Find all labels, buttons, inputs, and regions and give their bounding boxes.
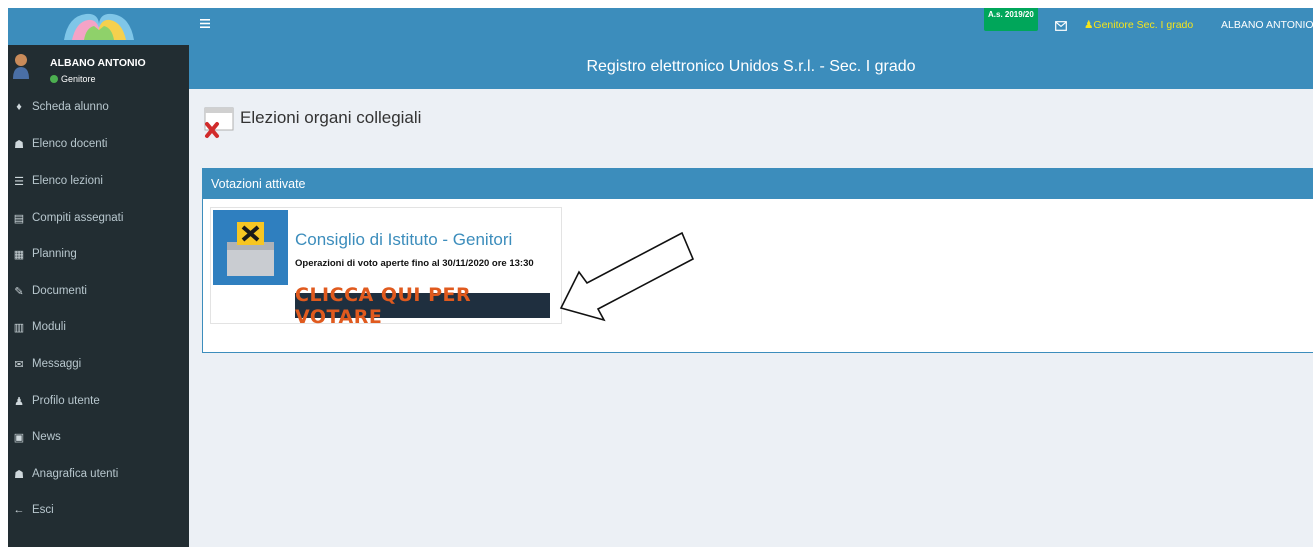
document-icon: ▤ [13,212,25,225]
ballot-x-icon [204,107,234,138]
annotation-arrow-icon [559,231,695,322]
arrow-left-icon: ← [13,504,25,516]
vote-button[interactable]: CLICCA QUI PER VOTARE [295,284,550,328]
election-card: Consiglio di Istituto - Genitori Operazi… [210,207,562,328]
sidebar-item-label: Elenco docenti [32,138,108,150]
paperclip-icon: ✎ [14,285,24,298]
users-icon: ☗ [14,468,24,481]
sidebar: ALBANO ANTONIO Genitore ♦ Scheda alunno ☗… [8,8,189,547]
users-icon: ☗ [14,138,24,151]
sidebar-item-label: Compiti assegnati [32,212,124,224]
sidebar-item-label: Esci [32,504,54,516]
avatar [13,54,29,79]
page-title: Elezioni organi collegiali [240,108,422,127]
sidebar-item-planning[interactable]: ▦ Planning [8,239,189,269]
top-navbar: A.s. 2019/20 ♟Genitore Sec. I grado ALBA… [189,8,1313,45]
page-header-title: Registro elettronico Unidos S.r.l. - Sec… [586,58,916,75]
calendar-icon: ▦ [13,248,25,261]
logo-icon [64,13,134,40]
user-name-menu[interactable]: ALBANO ANTONIO [1221,19,1313,31]
election-title[interactable]: Consiglio di Istituto - Genitori [295,230,512,250]
form-icon: ▥ [13,321,25,334]
envelope-icon[interactable] [1055,21,1067,31]
online-status-icon [50,75,58,83]
election-description: Operazioni di voto aperte fino al 30/11/… [295,258,534,269]
ballot-box-icon [213,210,288,285]
header-band: Registro elettronico Unidos S.r.l. - Sec… [189,45,1313,89]
sidebar-item-label: Anagrafica utenti [32,468,119,480]
sidebar-item-documenti[interactable]: ✎ Documenti [8,276,189,306]
sidebar-item-scheda-alunno[interactable]: ♦ Scheda alunno [8,92,189,122]
sidebar-item-messaggi[interactable]: ✉ Messaggi [8,349,189,379]
sidebar-item-label: Messaggi [32,358,82,370]
hamburger-menu-icon[interactable] [200,19,210,28]
user-icon: ♦ [16,101,22,113]
user-icon: ♟ [1084,19,1094,31]
user-role-menu[interactable]: ♟Genitore Sec. I grado [1084,19,1193,31]
sidebar-item-label: Scheda alunno [32,101,109,113]
user-role-label: Genitore Sec. I grado [1093,19,1194,31]
sidebar-item-label: Profilo utente [32,395,100,407]
user-panel: ALBANO ANTONIO Genitore [8,45,189,89]
sidebar-item-label: Elenco lezioni [32,175,103,187]
votazioni-box: Votazioni attivate Consiglio di Istituto… [202,168,1313,353]
user-icon: ♟ [14,395,24,408]
sidebar-item-label: News [32,431,61,443]
sidebar-item-news[interactable]: ▣ News [8,422,189,452]
sidebar-item-label: Planning [32,248,77,260]
sidebar-item-label: Documenti [32,285,87,297]
school-year-badge: A.s. 2019/20 [984,8,1038,31]
newspaper-icon: ▣ [13,431,25,444]
sidebar-item-profilo-utente[interactable]: ♟ Profilo utente [8,386,189,416]
sidebar-user-name: ALBANO ANTONIO [50,57,146,69]
sidebar-item-elenco-docenti[interactable]: ☗ Elenco docenti [8,129,189,159]
logo-area [8,8,189,45]
sidebar-item-elenco-lezioni[interactable]: ☰ Elenco lezioni [8,166,189,196]
sidebar-item-anagrafica-utenti[interactable]: ☗ Anagrafica utenti [8,459,189,489]
sidebar-item-label: Moduli [32,321,66,333]
sidebar-item-moduli[interactable]: ▥ Moduli [8,312,189,342]
sidebar-item-compiti-assegnati[interactable]: ▤ Compiti assegnati [8,203,189,233]
box-header: Votazioni attivate [203,169,1313,199]
sidebar-item-esci[interactable]: ← Esci [8,495,189,525]
main-content: Elezioni organi collegiali Votazioni att… [189,89,1313,547]
list-icon: ☰ [14,175,24,188]
sidebar-user-role: Genitore [50,74,96,84]
role-label: Genitore [61,74,96,84]
envelope-icon: ✉ [14,358,24,371]
